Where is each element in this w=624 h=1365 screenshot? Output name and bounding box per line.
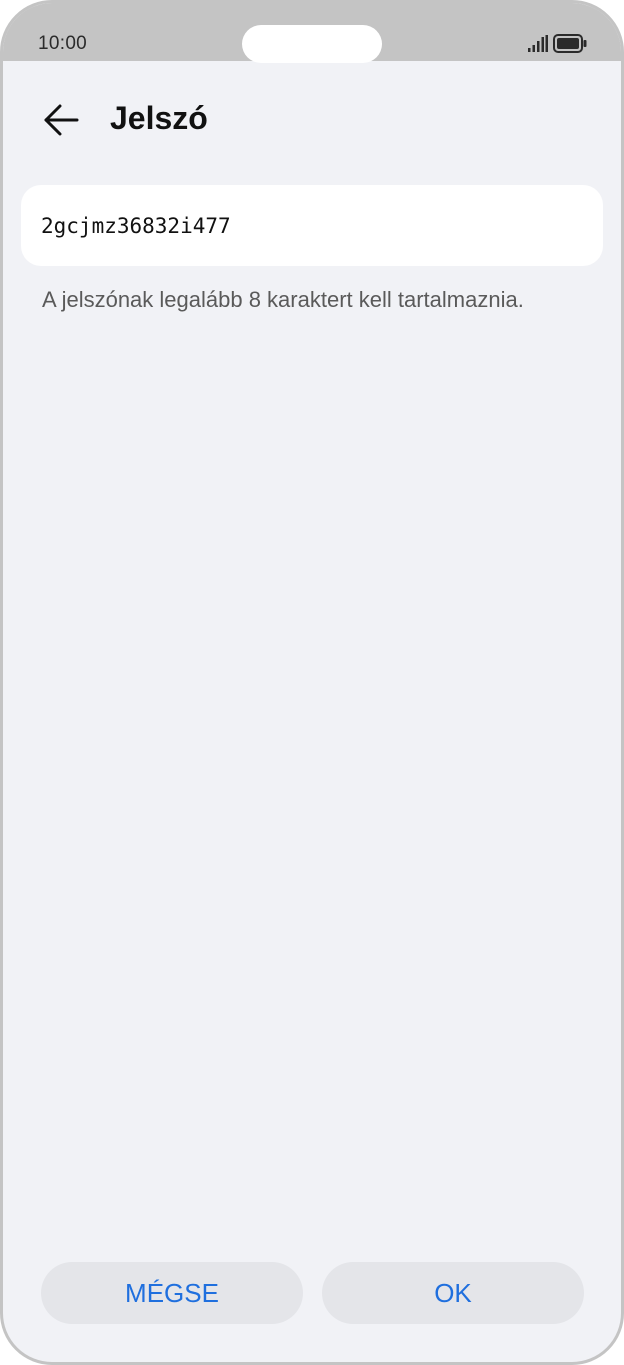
camera-notch [242,25,382,63]
cancel-button[interactable]: MÉGSE [41,1262,303,1324]
arrow-left-icon [44,104,79,136]
status-bar: 10:00 [3,3,621,63]
password-hint: A jelszónak legalább 8 karaktert kell ta… [42,287,524,312]
phone-frame: 10:00 Jelszó A jelszónak legalább 8 kara… [0,0,624,1365]
ok-button[interactable]: OK [322,1262,584,1324]
status-time: 10:00 [38,33,88,54]
page-title: Jelszó [110,100,208,136]
password-card [21,185,603,266]
back-button[interactable] [36,95,86,145]
app-header: Jelszó [3,83,621,159]
password-input[interactable] [41,185,581,266]
battery-full-icon [553,34,587,53]
cellular-signal-icon [528,35,548,52]
